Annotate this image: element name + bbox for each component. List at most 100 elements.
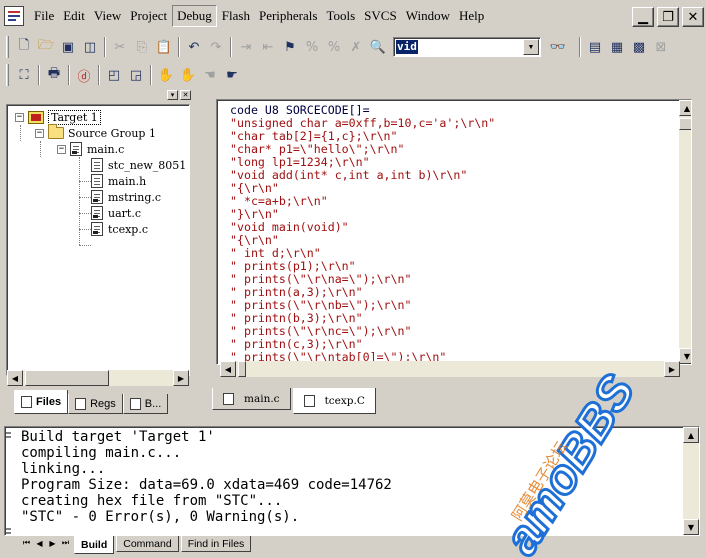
first-tab-icon[interactable]: ⏮ (20, 536, 33, 550)
tab-regs[interactable]: Regs (68, 394, 123, 414)
view-icon[interactable]: ◲ (125, 64, 147, 86)
scroll-right-icon[interactable]: ▶ (664, 361, 680, 377)
tree-item-label: Source Group 1 (68, 126, 156, 140)
menu-help[interactable]: Help (455, 6, 488, 26)
batch-build-icon[interactable]: ▤ (584, 36, 606, 58)
editor-hscrollbar[interactable]: ◀ ▶ (220, 361, 680, 377)
tree-item-target[interactable]: − Target 1 (15, 109, 101, 125)
hand-icon[interactable]: ✋ (155, 64, 177, 86)
tab-find-in-files[interactable]: Find in Files (180, 536, 252, 552)
scroll-left-icon[interactable]: ◀ (7, 370, 23, 386)
tree-item-file[interactable]: mstring.c (91, 189, 161, 205)
tree-item-group[interactable]: − Source Group 1 (35, 124, 156, 141)
restore-button[interactable]: ❐ (657, 7, 679, 27)
project-hscrollbar[interactable]: ◀ ▶ (7, 370, 189, 386)
menu-tools[interactable]: Tools (322, 6, 359, 26)
translate-icon[interactable]: ⛶ (13, 64, 35, 86)
menu-edit[interactable]: Edit (59, 6, 89, 26)
toolbar-grip[interactable] (6, 36, 9, 58)
last-tab-icon[interactable]: ⏭ (59, 536, 72, 550)
bookmark-prev-icon[interactable]: % (323, 36, 345, 58)
find-input[interactable]: vid (396, 40, 418, 54)
scroll-up-icon[interactable]: ▲ (679, 100, 691, 116)
scroll-thumb[interactable] (679, 118, 691, 130)
hand-stop-icon[interactable]: ✋ (177, 64, 199, 86)
output-vscrollbar[interactable]: ▲ ▼ (683, 427, 699, 535)
indent-icon[interactable]: ⇥ (235, 36, 257, 58)
menu-debug[interactable]: Debug (172, 5, 217, 27)
tab-files[interactable]: Files (14, 390, 69, 414)
tree-item-file[interactable]: stc_new_8051 (91, 157, 186, 173)
prev-tab-icon[interactable]: ◀ (33, 536, 46, 550)
editor-vscrollbar[interactable]: ▲ ▼ (679, 100, 691, 364)
collapse-icon[interactable]: − (57, 144, 66, 154)
chevron-down-icon[interactable]: ▼ (523, 39, 539, 55)
menu-project[interactable]: Project (126, 6, 171, 26)
editor-window: code U8 SORCECODE[]= "unsigned char a=0xf… (212, 91, 706, 389)
scroll-right-icon[interactable]: ▶ (173, 370, 189, 386)
open-folder-icon[interactable]: 🗁 (35, 36, 57, 58)
window-icon[interactable]: ◰ (103, 64, 125, 86)
menu-svcs[interactable]: SVCS (360, 6, 401, 26)
build-output[interactable]: Build target 'Target 1' compiling main.c.… (4, 426, 700, 536)
toolbar-grip[interactable] (6, 64, 9, 86)
unindent-icon[interactable]: ⇤ (257, 36, 279, 58)
find-combo[interactable]: vid ▼ (393, 37, 541, 57)
build-icon[interactable]: ▦ (606, 36, 628, 58)
debug-icon[interactable]: ⓓ (73, 64, 95, 86)
save-icon[interactable]: ▣ (57, 36, 79, 58)
undo-icon[interactable]: ↶ (183, 36, 205, 58)
binoculars-icon[interactable]: 👓 (547, 36, 569, 58)
new-file-icon[interactable]: 🗋 (13, 36, 35, 58)
scroll-thumb[interactable] (238, 361, 246, 377)
redo-icon[interactable]: ↷ (205, 36, 227, 58)
tab-tcexp-c[interactable]: tcexp.C (292, 388, 376, 414)
scroll-down-icon[interactable]: ▼ (683, 519, 699, 535)
tree-item-file[interactable]: main.h (91, 173, 146, 189)
scroll-up-icon[interactable]: ▲ (683, 427, 699, 443)
menu-flash[interactable]: Flash (218, 6, 254, 26)
scroll-left-icon[interactable]: ◀ (220, 361, 236, 377)
minimize-button[interactable]: ▁ (632, 7, 654, 27)
menu-window[interactable]: Window (402, 6, 454, 26)
tab-main-c[interactable]: main.c (212, 388, 291, 410)
close-button[interactable]: ✕ (682, 7, 704, 27)
tree-line (79, 197, 91, 198)
tree-item-file[interactable]: uart.c (91, 205, 141, 221)
bookmark-clear-icon[interactable]: ✗ (345, 36, 367, 58)
tab-books[interactable]: B... (122, 394, 169, 414)
find-icon[interactable]: 🔍 (367, 36, 389, 58)
next-tab-icon[interactable]: ▶ (46, 536, 59, 550)
bookmark-set-icon[interactable]: ⚑ (279, 36, 301, 58)
collapse-icon[interactable]: − (15, 112, 24, 122)
output-line: Program Size: data=69.0 xdata=469 code=1… (21, 477, 392, 493)
copy-icon[interactable]: ⎘ (131, 36, 153, 58)
hand-grab-icon[interactable]: ☚ (199, 64, 221, 86)
file-icon (303, 394, 315, 407)
cut-icon[interactable]: ✂ (109, 36, 131, 58)
tree-item-file[interactable]: tcexp.c (91, 221, 148, 237)
project-tree[interactable]: − Target 1 − Source Group 1 − main.c stc… (6, 104, 190, 376)
paste-icon[interactable]: 📋 (153, 36, 175, 58)
code-editor[interactable]: code U8 SORCECODE[]= "unsigned char a=0xf… (216, 99, 692, 365)
pane-close-icon[interactable]: ✕ (180, 90, 191, 100)
toolbar-separator (38, 65, 40, 85)
save-all-icon[interactable]: ◫ (79, 36, 101, 58)
app-icon[interactable] (4, 6, 24, 26)
scroll-down-icon[interactable]: ▼ (679, 348, 691, 364)
stop-build-icon[interactable]: ⊠ (650, 36, 672, 58)
menu-view[interactable]: View (90, 6, 125, 26)
scroll-thumb[interactable] (25, 370, 109, 386)
bookmark-next-icon[interactable]: % (301, 36, 323, 58)
print-icon[interactable]: 🖶 (43, 64, 65, 86)
pane-dropdown-icon[interactable]: ▾ (167, 90, 178, 100)
rebuild-icon[interactable]: ▩ (628, 36, 650, 58)
tree-line (79, 229, 91, 230)
menu-peripherals[interactable]: Peripherals (255, 6, 321, 26)
hand-flag-icon[interactable]: ☛ (221, 64, 243, 86)
tab-build[interactable]: Build (74, 536, 115, 554)
tab-command[interactable]: Command (116, 536, 179, 552)
menu-file[interactable]: File (30, 6, 58, 26)
collapse-icon[interactable]: − (35, 128, 44, 138)
tree-item-main-c[interactable]: − main.c (57, 141, 124, 157)
